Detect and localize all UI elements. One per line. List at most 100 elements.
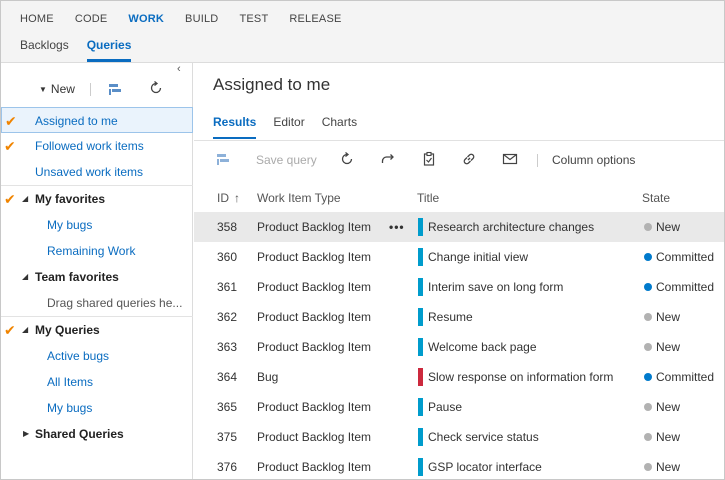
- table-row[interactable]: 365 Product Backlog Item Pause New: [194, 392, 724, 422]
- expanded-caret-icon: ◢: [22, 194, 29, 203]
- nav-code[interactable]: CODE: [75, 13, 108, 25]
- column-options-button[interactable]: Column options: [552, 153, 635, 167]
- query-tree: ✔ Assigned to me ✔ Followed work items U…: [1, 107, 193, 447]
- cell-title[interactable]: Slow response on information form: [428, 362, 613, 392]
- table-row[interactable]: 364 Bug Slow response on information form C…: [194, 362, 724, 392]
- caret-down-icon: ▼: [39, 85, 47, 94]
- work-item-type-color-bar: [418, 398, 423, 416]
- table-row[interactable]: 358 Product Backlog Item ••• Research archi…: [194, 212, 724, 242]
- cell-state: Committed: [656, 370, 715, 384]
- cell-type: Product Backlog Item: [257, 460, 372, 474]
- cell-title[interactable]: Change initial view: [428, 242, 528, 272]
- cell-title[interactable]: Check service status: [428, 422, 539, 452]
- tree-item-label: Unsaved work items: [35, 165, 144, 179]
- tree-item-label: All Items: [47, 375, 94, 389]
- table-row[interactable]: 361 Product Backlog Item Interim save on l…: [194, 272, 724, 302]
- cell-title[interactable]: Research architecture changes: [428, 212, 594, 242]
- clipboard-icon[interactable]: [421, 151, 437, 170]
- cell-type: Product Backlog Item: [257, 310, 372, 324]
- cell-type: Product Backlog Item: [257, 250, 372, 264]
- refresh-icon[interactable]: [148, 80, 164, 99]
- subnav-backlogs[interactable]: Backlogs: [20, 38, 69, 62]
- state-dot-icon: [644, 463, 652, 471]
- new-work-item-icon[interactable]: [215, 151, 231, 170]
- state-dot-icon: [644, 433, 652, 441]
- nav-build[interactable]: BUILD: [185, 13, 218, 25]
- column-header-title[interactable]: Title: [417, 184, 439, 212]
- tree-item-followed-work-items[interactable]: ✔ Followed work items: [1, 133, 193, 159]
- tree-item-my-bugs-2[interactable]: My bugs: [1, 395, 193, 421]
- save-query-button[interactable]: Save query: [256, 153, 317, 167]
- mail-icon[interactable]: [502, 151, 518, 170]
- link-icon[interactable]: [461, 151, 477, 170]
- tree-group-team-favorites[interactable]: ◢ Team favorites: [1, 264, 193, 290]
- state-dot-icon: [644, 313, 652, 321]
- toolbar-divider: [90, 83, 91, 96]
- check-icon: ✔: [4, 191, 16, 207]
- table-row[interactable]: 363 Product Backlog Item Welcome back page…: [194, 332, 724, 362]
- state-dot-icon: [644, 283, 652, 291]
- tab-charts[interactable]: Charts: [322, 115, 357, 139]
- nav-test[interactable]: TEST: [239, 13, 268, 25]
- redo-icon[interactable]: [380, 151, 396, 170]
- tab-editor[interactable]: Editor: [273, 115, 304, 139]
- more-actions-icon[interactable]: •••: [389, 212, 405, 242]
- grid-header: ID ↑ Work Item Type Title State: [194, 184, 724, 212]
- cell-state: Committed: [656, 250, 715, 264]
- cell-type: Product Backlog Item: [257, 400, 372, 414]
- cell-title[interactable]: Resume: [428, 302, 473, 332]
- cell-type: Product Backlog Item: [257, 280, 372, 294]
- work-item-type-color-bar: [418, 368, 423, 386]
- query-results-pane: Assigned to me Results Editor Charts Sav…: [194, 63, 724, 479]
- nav-release[interactable]: RELEASE: [289, 13, 341, 25]
- nav-work[interactable]: WORK: [128, 13, 164, 25]
- cell-title[interactable]: Welcome back page: [428, 332, 537, 362]
- table-row[interactable]: 360 Product Backlog Item Change initial vi…: [194, 242, 724, 272]
- tree-item-label: Assigned to me: [35, 114, 118, 128]
- new-work-item-icon[interactable]: [107, 81, 123, 100]
- tree-group-my-queries[interactable]: ✔ ◢ My Queries: [1, 317, 193, 343]
- table-row[interactable]: 376 Product Backlog Item GSP locator inter…: [194, 452, 724, 479]
- cell-state: New: [656, 430, 681, 444]
- subnav-queries[interactable]: Queries: [86, 38, 132, 62]
- refresh-icon[interactable]: [339, 151, 355, 170]
- tree-item-my-bugs[interactable]: My bugs: [1, 212, 193, 238]
- tree-item-remaining-work[interactable]: Remaining Work: [1, 238, 193, 264]
- cell-title[interactable]: Pause: [428, 392, 462, 422]
- tab-results[interactable]: Results: [213, 115, 257, 139]
- state-dot-icon: [644, 343, 652, 351]
- toolbar-divider: [537, 154, 538, 167]
- tree-group-label: My favorites: [35, 192, 106, 206]
- column-header-type[interactable]: Work Item Type: [257, 184, 341, 212]
- tree-item-unsaved-work-items[interactable]: Unsaved work items: [1, 159, 193, 185]
- cell-id: 376: [217, 460, 238, 474]
- tree-item-all-items[interactable]: All Items: [1, 369, 193, 395]
- work-item-type-color-bar: [418, 218, 423, 236]
- collapse-panel-icon[interactable]: ‹: [177, 63, 181, 75]
- tree-group-my-favorites[interactable]: ✔ ◢ My favorites: [1, 186, 193, 212]
- tree-item-active-bugs[interactable]: Active bugs: [1, 343, 193, 369]
- grid-body: 358 Product Backlog Item ••• Research archi…: [194, 212, 724, 479]
- tree-item-assigned-to-me[interactable]: ✔ Assigned to me: [1, 107, 193, 133]
- tree-group-shared-queries[interactable]: ▶ Shared Queries: [1, 421, 193, 447]
- state-dot-icon: [644, 403, 652, 411]
- nav-home[interactable]: HOME: [20, 13, 54, 25]
- expanded-caret-icon: ◢: [22, 325, 29, 334]
- expanded-caret-icon: ◢: [22, 272, 29, 281]
- column-header-id[interactable]: ID ↑: [217, 184, 240, 212]
- table-row[interactable]: 375 Product Backlog Item Check service sta…: [194, 422, 724, 452]
- tree-item-drop-hint: Drag shared queries he...: [1, 290, 193, 316]
- cell-title[interactable]: GSP locator interface: [428, 452, 542, 479]
- new-query-button[interactable]: ▼ New: [39, 82, 75, 96]
- column-header-state[interactable]: State: [642, 184, 670, 212]
- check-icon: ✔: [4, 138, 16, 154]
- cell-state: New: [656, 310, 681, 324]
- cell-type: Product Backlog Item: [257, 430, 372, 444]
- tree-item-label: Drag shared queries he...: [47, 296, 183, 310]
- work-item-type-color-bar: [418, 308, 423, 326]
- column-header-label: ID: [217, 191, 229, 205]
- app-frame: HOME CODE WORK BUILD TEST RELEASE Backlo…: [0, 0, 725, 480]
- table-row[interactable]: 362 Product Backlog Item Resume New: [194, 302, 724, 332]
- work-item-type-color-bar: [418, 458, 423, 476]
- cell-title[interactable]: Interim save on long form: [428, 272, 563, 302]
